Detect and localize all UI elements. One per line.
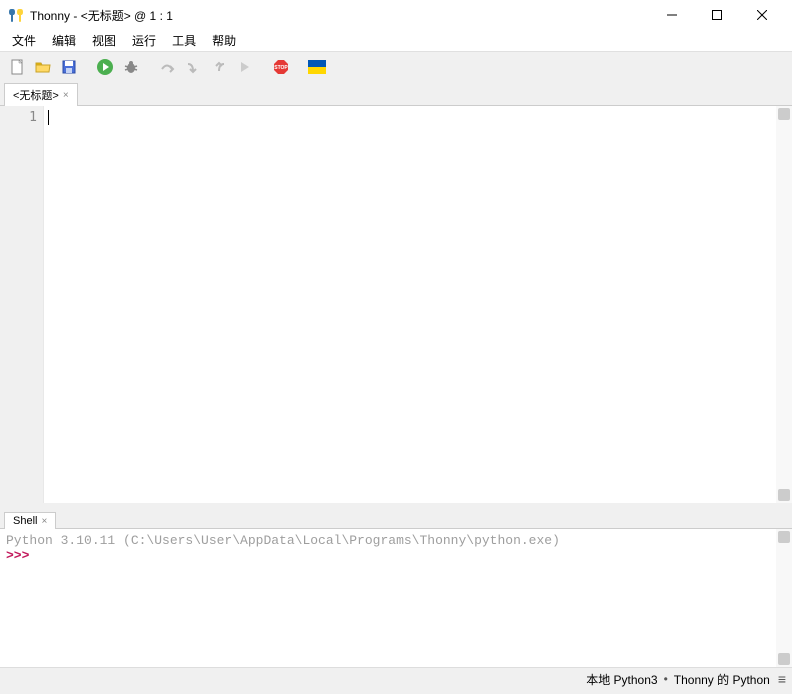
save-file-button[interactable] bbox=[58, 56, 80, 78]
menu-run[interactable]: 运行 bbox=[124, 30, 164, 51]
minimize-button[interactable] bbox=[649, 0, 694, 30]
step-out-button[interactable] bbox=[208, 56, 230, 78]
shell-scrollbar[interactable] bbox=[776, 529, 792, 667]
editor-area: 1 bbox=[0, 106, 792, 503]
scroll-up-icon[interactable] bbox=[778, 531, 790, 543]
toolbar: STOP bbox=[0, 52, 792, 82]
shell-prompt: >>> bbox=[6, 548, 29, 563]
resume-button[interactable] bbox=[234, 56, 256, 78]
shell-version-line: Python 3.10.11 (C:\Users\User\AppData\Lo… bbox=[6, 533, 786, 548]
line-number: 1 bbox=[0, 110, 37, 125]
step-over-button[interactable] bbox=[156, 56, 178, 78]
status-interpreter-thonny[interactable]: Thonny 的 Python bbox=[674, 671, 770, 688]
scroll-down-icon[interactable] bbox=[778, 489, 790, 501]
menu-tools[interactable]: 工具 bbox=[164, 30, 204, 51]
shell-area[interactable]: Python 3.10.11 (C:\Users\User\AppData\Lo… bbox=[0, 529, 792, 667]
menu-help[interactable]: 帮助 bbox=[204, 30, 244, 51]
editor-tab[interactable]: <无标题> × bbox=[4, 83, 78, 106]
shell-tab[interactable]: Shell × bbox=[4, 512, 56, 529]
editor-scrollbar[interactable] bbox=[776, 106, 792, 503]
line-gutter: 1 bbox=[0, 106, 44, 503]
shell-tab-label: Shell bbox=[13, 515, 37, 527]
menu-view[interactable]: 视图 bbox=[84, 30, 124, 51]
shell-tabbar: Shell × bbox=[0, 507, 792, 529]
statusbar: 本地 Python3 • Thonny 的 Python ≡ bbox=[0, 667, 792, 690]
svg-text:STOP: STOP bbox=[274, 65, 288, 71]
status-separator-icon: • bbox=[664, 672, 668, 686]
open-file-button[interactable] bbox=[32, 56, 54, 78]
scroll-down-icon[interactable] bbox=[778, 653, 790, 665]
scroll-up-icon[interactable] bbox=[778, 108, 790, 120]
close-shell-tab-icon[interactable]: × bbox=[41, 516, 47, 527]
close-tab-icon[interactable]: × bbox=[63, 90, 69, 101]
window-title: Thonny - <无标题> @ 1 : 1 bbox=[30, 7, 649, 24]
step-into-button[interactable] bbox=[182, 56, 204, 78]
editor-tabbar: <无标题> × bbox=[0, 82, 792, 106]
menu-file[interactable]: 文件 bbox=[4, 30, 44, 51]
close-button[interactable] bbox=[739, 0, 784, 30]
run-button[interactable] bbox=[94, 56, 116, 78]
menubar: 文件 编辑 视图 运行 工具 帮助 bbox=[0, 30, 792, 52]
status-interpreter-local[interactable]: 本地 Python3 bbox=[586, 671, 657, 688]
thonny-app-icon bbox=[8, 7, 24, 23]
status-menu-icon[interactable]: ≡ bbox=[776, 671, 788, 687]
new-file-button[interactable] bbox=[6, 56, 28, 78]
ukraine-flag-icon[interactable] bbox=[306, 56, 328, 78]
window-controls bbox=[649, 0, 784, 30]
menu-edit[interactable]: 编辑 bbox=[44, 30, 84, 51]
editor-tab-label: <无标题> bbox=[13, 87, 59, 103]
maximize-button[interactable] bbox=[694, 0, 739, 30]
stop-button[interactable]: STOP bbox=[270, 56, 292, 78]
debug-button[interactable] bbox=[120, 56, 142, 78]
code-editor[interactable] bbox=[44, 106, 792, 503]
titlebar: Thonny - <无标题> @ 1 : 1 bbox=[0, 0, 792, 30]
